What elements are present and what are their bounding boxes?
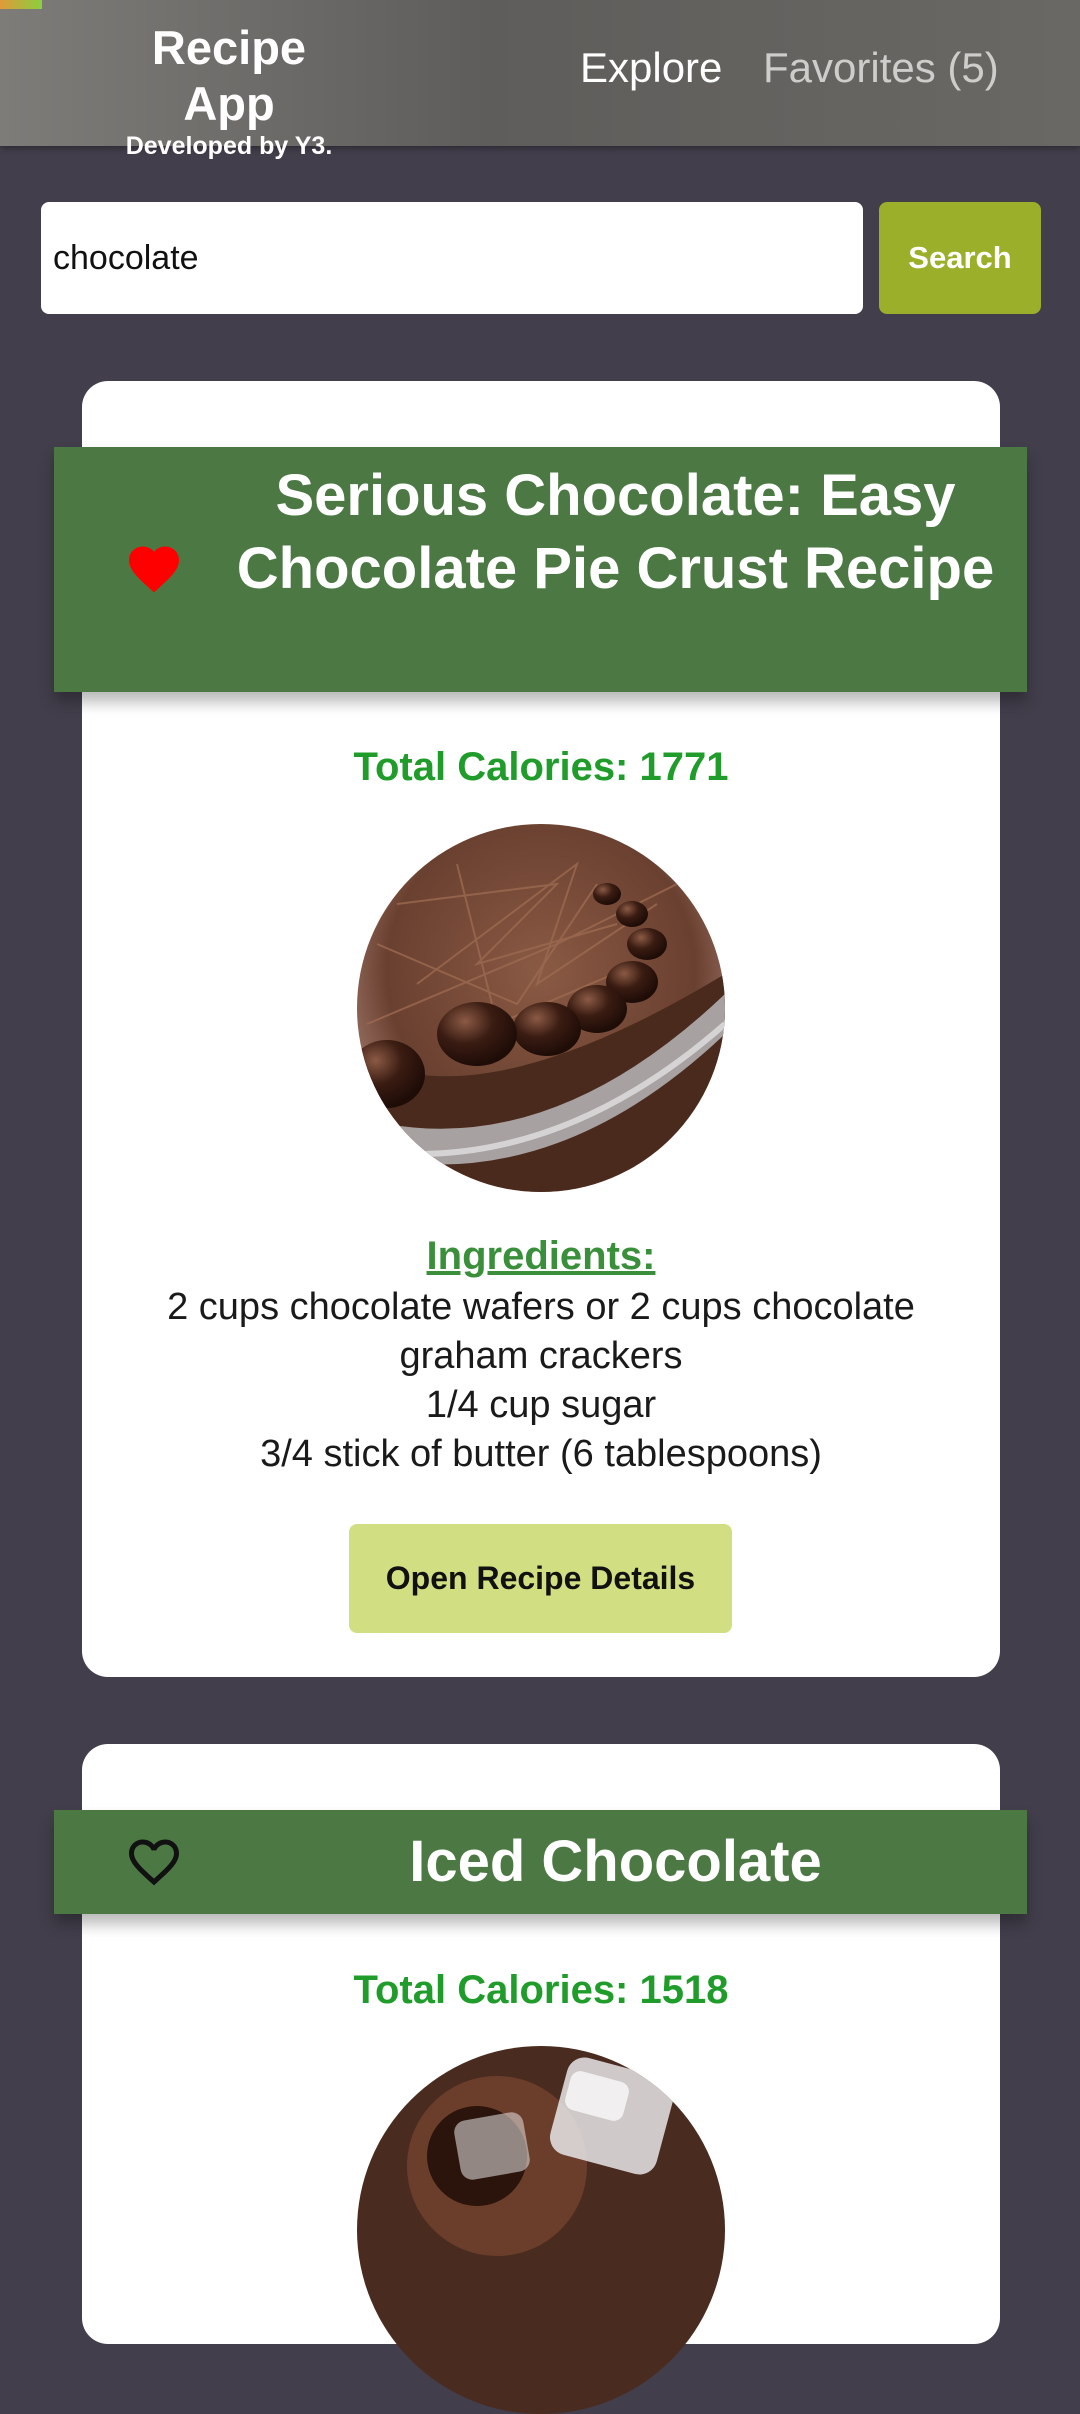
nav-favorites-link[interactable]: Favorites (5) bbox=[763, 44, 999, 92]
ingredient-item: 2 cups chocolate wafers or 2 cups chocol… bbox=[167, 1286, 915, 1377]
ingredient-item: 1/4 cup sugar bbox=[425, 1384, 657, 1426]
recipe-image bbox=[357, 2046, 725, 2414]
recipe-calories: Total Calories: 1771 bbox=[353, 745, 729, 789]
recipe-title: Iced Chocolate bbox=[409, 1829, 822, 1894]
recipe-title: Serious Chocolate: Easy Chocolate Pie Cr… bbox=[236, 463, 995, 601]
app-title: Recipe App bbox=[151, 21, 307, 130]
recipe-image bbox=[357, 824, 725, 1192]
ingredients-list: 2 cups chocolate wafers or 2 cups chocol… bbox=[112, 1283, 970, 1479]
search-input[interactable] bbox=[41, 202, 863, 314]
open-recipe-details-button[interactable]: Open Recipe Details bbox=[349, 1524, 732, 1633]
app-subtitle: Developed by Y3. bbox=[125, 132, 333, 160]
recipe-calories: Total Calories: 1518 bbox=[353, 1968, 729, 2012]
recipe-title-band: Iced Chocolate bbox=[54, 1810, 1027, 1914]
corner-accent bbox=[0, 0, 42, 9]
app-brand: Recipe App Developed by Y3. bbox=[104, 20, 354, 160]
heart-filled-icon[interactable] bbox=[124, 539, 184, 599]
iced-chocolate-image bbox=[357, 2046, 725, 2414]
chocolate-pie-image bbox=[357, 824, 725, 1192]
ingredients-heading: Ingredients: bbox=[426, 1234, 656, 1278]
top-app-bar: Recipe App Developed by Y3. Explore Favo… bbox=[0, 0, 1080, 160]
recipe-title-band: Serious Chocolate: Easy Chocolate Pie Cr… bbox=[54, 447, 1027, 692]
nav-explore-link[interactable]: Explore bbox=[580, 44, 722, 92]
ingredient-item: 3/4 stick of butter (6 tablespoons) bbox=[260, 1433, 822, 1475]
heart-outline-icon[interactable] bbox=[124, 1832, 184, 1892]
search-button[interactable]: Search bbox=[879, 202, 1041, 314]
